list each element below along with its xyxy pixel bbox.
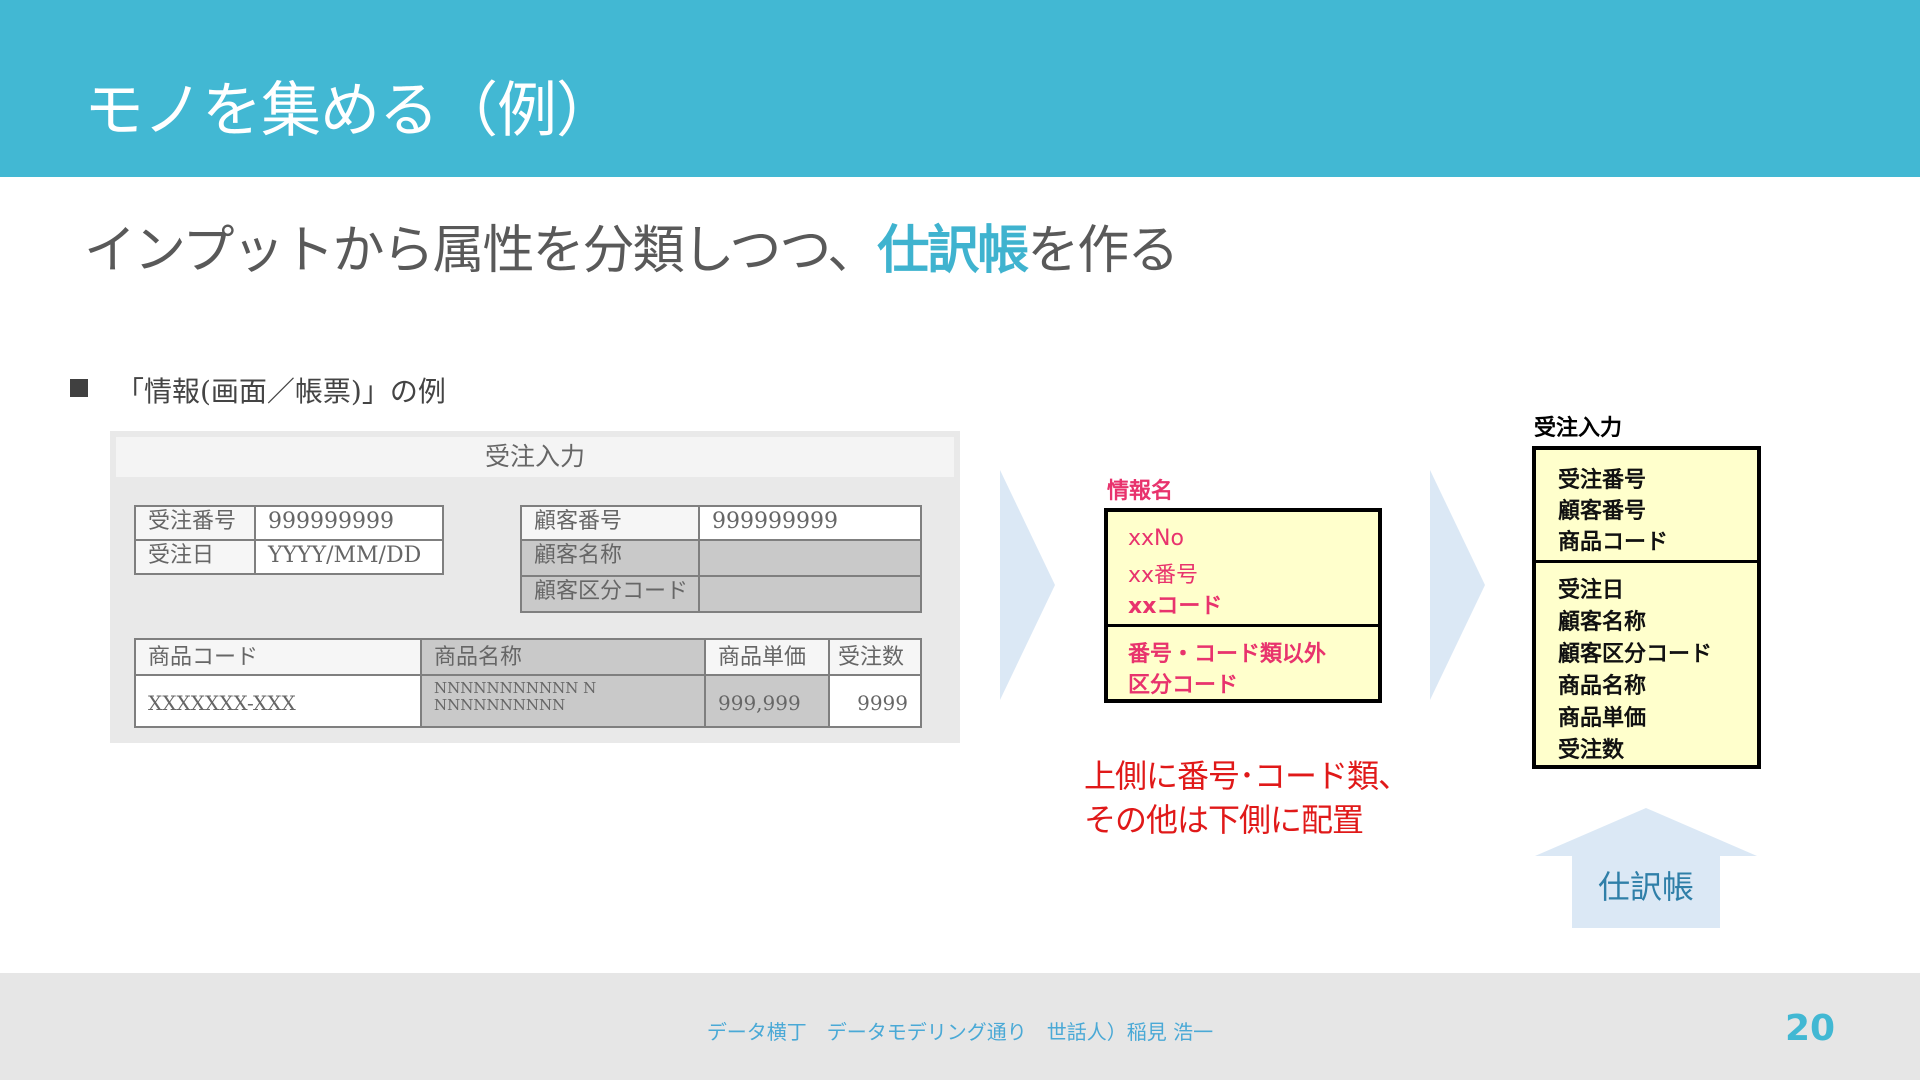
table-header: 受注数 (828, 638, 922, 676)
table-cell: NNNNNNNNNNN NNNNNNNNNNN (420, 674, 706, 728)
note-line: 上側に番号･コード類、 (1084, 757, 1410, 795)
table-header: 商品コード (134, 638, 422, 676)
info-top-line: xxNo (1128, 526, 1184, 551)
table-header: 商品単価 (704, 638, 830, 676)
square-bullet-icon (70, 379, 88, 397)
order-entry-form: 受注入力 受注番号 999999999 受注日 YYYY/MM/DD 顧客番号 … (110, 431, 960, 743)
chevron-right-icon (1000, 470, 1055, 700)
table-cell: 9999 (828, 674, 922, 728)
table-cell: 999,999 (704, 674, 830, 728)
divider (1536, 560, 1757, 563)
ledger-box: 受注番号 顧客番号 商品コード 受注日 顧客名称 顧客区分コード 商品名称 商品… (1532, 446, 1761, 769)
ledger-title: 受注入力 (1534, 416, 1623, 441)
field-label: 顧客名称 (520, 539, 700, 577)
ledger-bottom-line: 顧客区分コード (1558, 642, 1713, 667)
chevron-right-icon (1430, 470, 1485, 700)
ledger-top-line: 顧客番号 (1558, 499, 1647, 524)
info-bottom-line: 番号・コード類以外 (1128, 642, 1327, 667)
table-cell: XXXXXXX-XXX (134, 674, 422, 728)
bullet-text: 「情報(画面／帳票)」の例 (116, 375, 446, 408)
subtitle-text-before: インプットから属性を分類しつつ、 (84, 221, 879, 281)
slide-subtitle: インプットから属性を分類しつつ、仕訳帳を作る (84, 208, 1179, 283)
divider (1108, 624, 1378, 627)
footer-credit: データ横丁 データモデリング通り 世話人）稲見 浩一 (706, 1020, 1214, 1044)
ledger-top-line: 商品コード (1558, 530, 1669, 555)
field-label: 顧客番号 (520, 505, 700, 541)
placement-note: 上側に番号･コード類、 その他は下側に配置 (1084, 754, 1410, 842)
subtitle-text-after: を作る (1027, 221, 1179, 281)
info-top-line: xxコード (1128, 594, 1223, 619)
info-name-box: xxNo xx番号 xxコード 番号・コード類以外 区分コード (1104, 508, 1382, 703)
field-value: 999999999 (254, 505, 444, 541)
note-line: その他は下側に配置 (1084, 801, 1364, 839)
field-label: 受注番号 (134, 505, 256, 541)
page-number: 20 (1785, 1008, 1836, 1049)
subtitle-highlight: 仕訳帳 (877, 221, 1029, 281)
field-value (698, 539, 922, 577)
info-name-label: 情報名 (1107, 479, 1174, 504)
ledger-bottom-line: 受注数 (1558, 738, 1625, 763)
field-value: YYYY/MM/DD (254, 539, 444, 575)
ledger-top-line: 受注番号 (1558, 468, 1647, 493)
field-value: 999999999 (698, 505, 922, 541)
ledger-bottom-line: 商品名称 (1558, 674, 1647, 699)
info-bottom-line: 区分コード (1128, 673, 1239, 698)
field-label: 顧客区分コード (520, 575, 700, 613)
ledger-bottom-line: 顧客名称 (1558, 610, 1647, 635)
form-title: 受注入力 (116, 437, 954, 477)
field-label: 受注日 (134, 539, 256, 575)
info-top-line: xx番号 (1128, 563, 1199, 588)
field-value (698, 575, 922, 613)
journal-label: 仕訳帳 (1597, 868, 1694, 906)
ledger-bottom-line: 受注日 (1558, 578, 1625, 603)
ledger-bottom-line: 商品単価 (1558, 706, 1647, 731)
slide-title: モノを集める（例） (84, 76, 616, 146)
table-header: 商品名称 (420, 638, 706, 676)
